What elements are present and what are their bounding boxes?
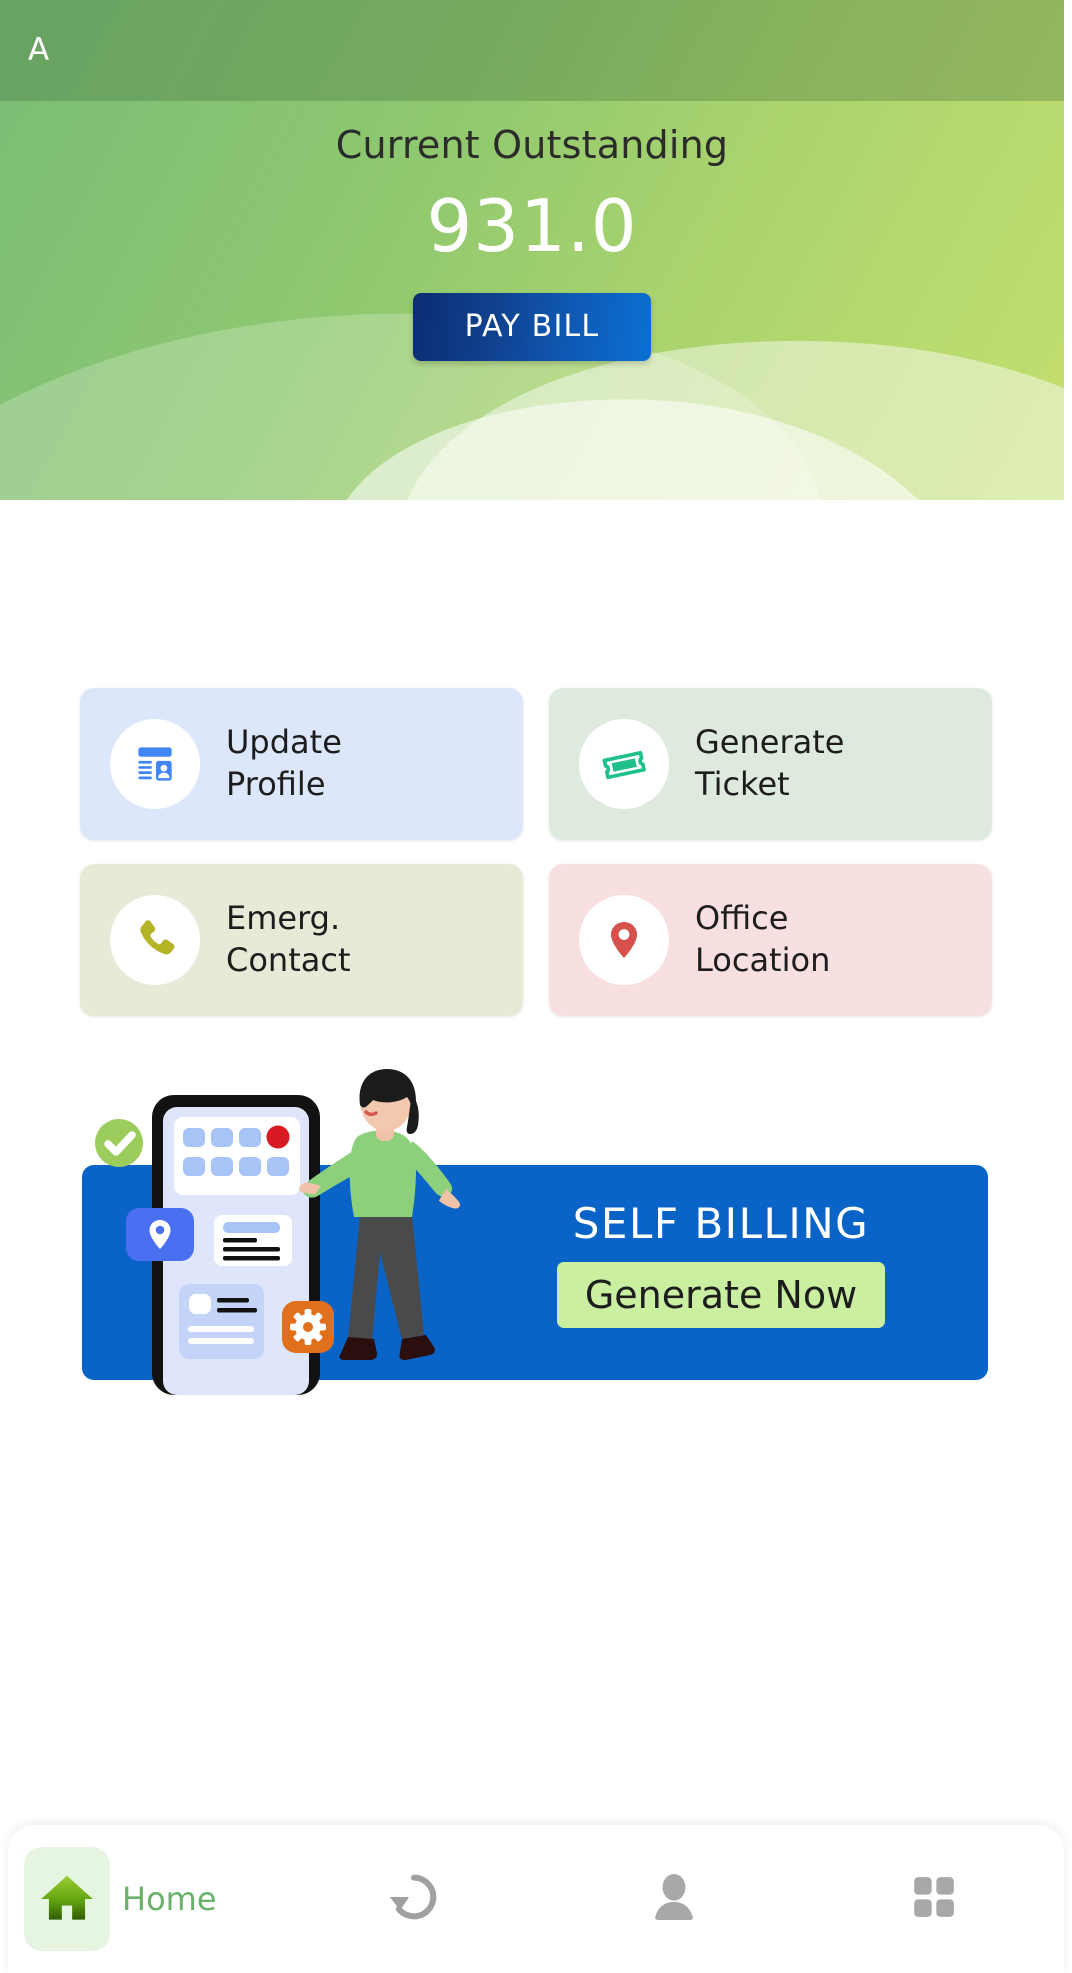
nav-item-apps[interactable] bbox=[804, 1825, 1064, 1973]
action-card-update-profile[interactable]: Update Profile bbox=[80, 688, 523, 840]
action-label-generate-ticket: Generate Ticket bbox=[695, 723, 845, 803]
action-card-emergency-contact[interactable]: Emerg. Contact bbox=[80, 864, 523, 1016]
person-icon bbox=[645, 1868, 703, 1930]
nav-item-profile[interactable] bbox=[544, 1825, 804, 1973]
outstanding-amount: 931.0 bbox=[426, 184, 638, 268]
outstanding-label: Current Outstanding bbox=[335, 123, 729, 167]
nav-label-home: Home bbox=[122, 1880, 217, 1918]
nav-item-home[interactable]: Home bbox=[8, 1825, 284, 1973]
woman-illustration bbox=[299, 1069, 461, 1361]
top-app-bar: A bbox=[0, 0, 1064, 101]
app-root: A Current Outstanding 931.0 PAY BILL Upd… bbox=[0, 0, 1072, 1973]
action-card-generate-ticket[interactable]: Generate Ticket bbox=[549, 688, 992, 840]
phone-icon bbox=[110, 895, 200, 985]
quick-actions-grid: Update Profile Generate Ticket Emerg. Co… bbox=[80, 688, 992, 1016]
bottom-navigation-bar: Home bbox=[8, 1825, 1064, 1973]
grid-apps-icon bbox=[906, 1869, 962, 1929]
self-billing-title: SELF BILLING bbox=[572, 1199, 870, 1248]
refresh-history-icon bbox=[385, 1868, 443, 1930]
profile-card-icon bbox=[110, 719, 200, 809]
action-label-update-profile: Update Profile bbox=[226, 723, 342, 803]
generate-now-button[interactable]: Generate Now bbox=[556, 1262, 886, 1328]
pay-bill-wrapper: PAY BILL bbox=[0, 292, 1064, 361]
home-icon bbox=[24, 1847, 110, 1951]
action-card-office-location[interactable]: Office Location bbox=[549, 864, 992, 1016]
map-pin-icon bbox=[579, 895, 669, 985]
nav-item-history[interactable] bbox=[284, 1825, 544, 1973]
self-billing-banner[interactable]: SELF BILLING Generate Now bbox=[82, 1069, 988, 1395]
self-billing-illustration bbox=[95, 1069, 461, 1395]
self-billing-text-block: SELF BILLING Generate Now bbox=[496, 1199, 946, 1328]
action-label-emergency-contact: Emerg. Contact bbox=[226, 899, 351, 979]
ticket-icon bbox=[579, 719, 669, 809]
outstanding-summary: Current Outstanding 931.0 PAY BILL bbox=[0, 101, 1064, 361]
pay-bill-button[interactable]: PAY BILL bbox=[413, 292, 651, 361]
avatar-letter[interactable]: A bbox=[28, 35, 50, 66]
action-label-office-location: Office Location bbox=[695, 899, 831, 979]
